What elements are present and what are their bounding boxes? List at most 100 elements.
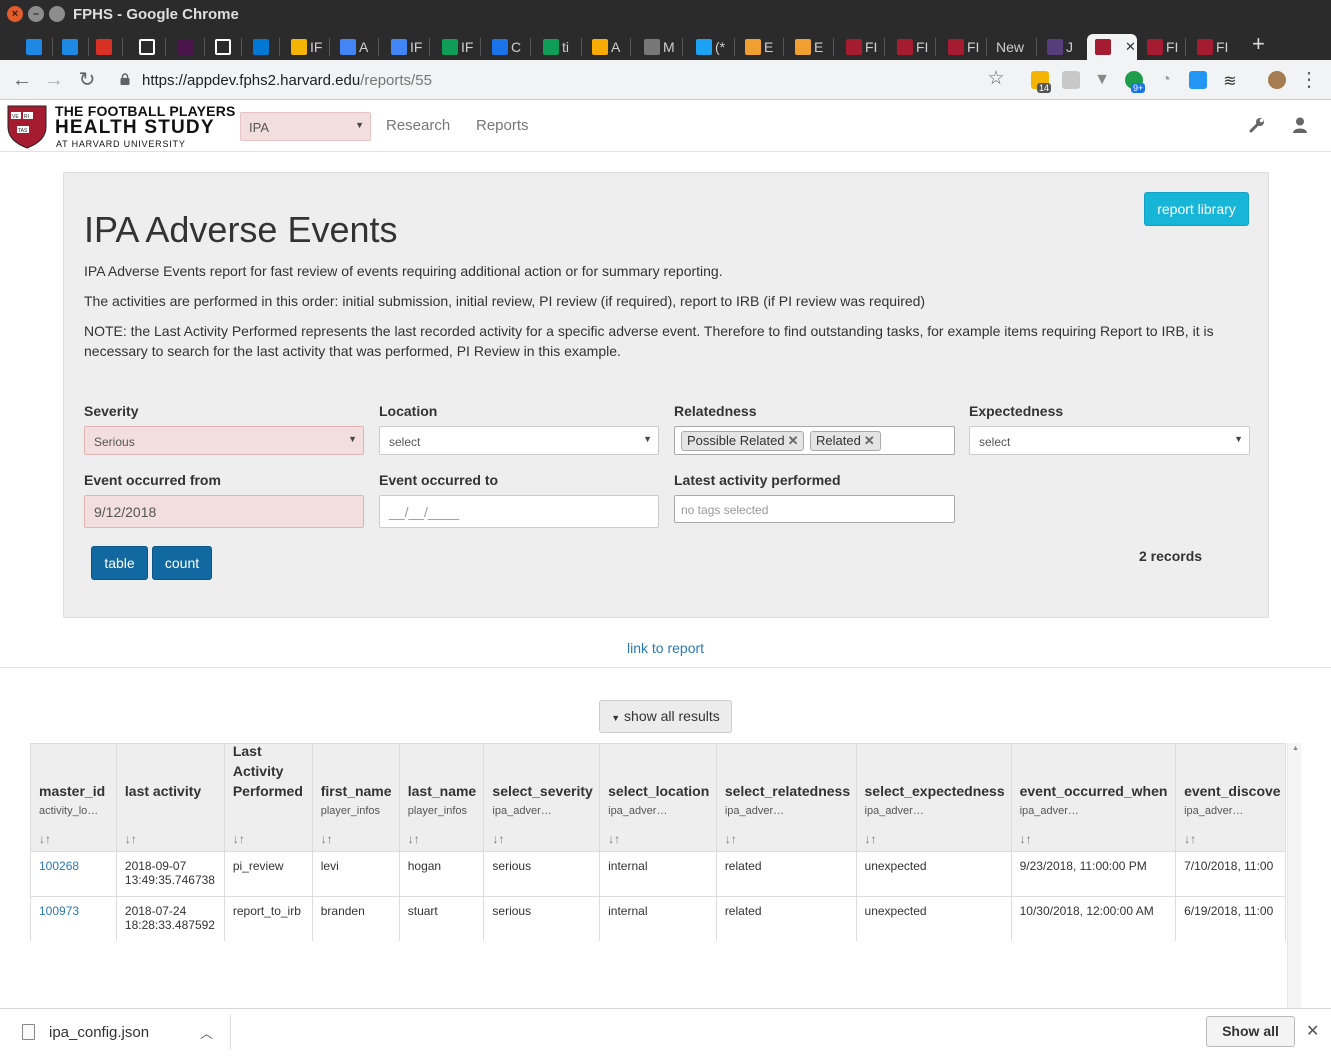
- sort-icon[interactable]: ↓↑: [492, 832, 504, 846]
- nav-link-reports[interactable]: Reports: [476, 117, 529, 134]
- column-header[interactable]: event_occurred_when ipa_adver… ↓↑: [1010, 743, 1177, 852]
- browser-tab[interactable]: [54, 34, 86, 60]
- browser-tab[interactable]: A: [584, 34, 628, 60]
- column-header[interactable]: first_name player_infos ↓↑: [311, 743, 400, 852]
- close-icon[interactable]: ✕: [1306, 1021, 1319, 1041]
- browser-tab[interactable]: (*: [688, 34, 732, 60]
- back-icon[interactable]: ←: [11, 69, 33, 91]
- tag-possible-related[interactable]: Possible Related ✕: [681, 431, 805, 451]
- scroll-up-icon[interactable]: ▲: [1292, 745, 1299, 752]
- extension-layers-icon[interactable]: ≋: [1221, 71, 1239, 90]
- window-minimize-button[interactable]: –: [28, 6, 44, 22]
- browser-tab[interactable]: [18, 34, 50, 60]
- extension-vue-icon[interactable]: ▼: [1093, 71, 1111, 89]
- vertical-scrollbar[interactable]: ▲: [1287, 743, 1301, 1008]
- browser-tab[interactable]: FI: [1139, 34, 1183, 60]
- browser-tab[interactable]: [245, 34, 277, 60]
- expectedness-select[interactable]: select ▼: [969, 426, 1250, 455]
- sort-icon[interactable]: ↓↑: [39, 832, 51, 846]
- column-header[interactable]: last_name player_infos ↓↑: [398, 743, 485, 852]
- browser-tab[interactable]: [131, 34, 163, 60]
- sort-icon[interactable]: ↓↑: [125, 832, 137, 846]
- user-icon[interactable]: [1291, 116, 1309, 134]
- extension-sync-icon[interactable]: ◔: [1157, 71, 1175, 89]
- sort-icon[interactable]: ↓↑: [725, 832, 737, 846]
- master-id-link[interactable]: 100268: [39, 859, 79, 873]
- column-header[interactable]: select_location ipa_adver… ↓↑: [599, 743, 717, 852]
- browser-tab[interactable]: [207, 34, 239, 60]
- severity-select[interactable]: Serious ▼: [84, 426, 364, 455]
- browser-tab[interactable]: M: [636, 34, 680, 60]
- wrench-icon[interactable]: [1248, 116, 1266, 134]
- browser-tab[interactable]: IF: [383, 34, 427, 60]
- latest-activity-select[interactable]: no tags selected: [674, 495, 955, 523]
- browser-tab[interactable]: A: [332, 34, 376, 60]
- sort-icon[interactable]: ↓↑: [608, 832, 620, 846]
- browser-tab[interactable]: FI: [1189, 34, 1233, 60]
- forward-icon[interactable]: →: [43, 69, 65, 91]
- browser-tab[interactable]: ti: [535, 34, 579, 60]
- browser-tab[interactable]: C: [484, 34, 528, 60]
- shield-text-ri: RI: [24, 114, 29, 120]
- sort-icon[interactable]: ↓↑: [1020, 832, 1032, 846]
- browser-tab[interactable]: [170, 34, 202, 60]
- extension-star-icon[interactable]: [1062, 71, 1080, 89]
- harvard-shield-logo[interactable]: VE RI TAS: [7, 105, 47, 149]
- chevron-up-icon[interactable]: ︿: [200, 1023, 213, 1042]
- window-close-button[interactable]: ×: [7, 6, 23, 22]
- remove-tag-icon[interactable]: ✕: [788, 433, 799, 448]
- browser-tab[interactable]: [88, 34, 120, 60]
- column-header[interactable]: master_id activity_lo… ↓↑: [30, 743, 117, 852]
- show-all-downloads-button[interactable]: Show all: [1206, 1016, 1295, 1047]
- remove-tag-icon[interactable]: ✕: [864, 433, 875, 448]
- new-tab-button[interactable]: +: [1252, 32, 1265, 56]
- sort-icon[interactable]: ↓↑: [865, 832, 877, 846]
- relatedness-tag-input[interactable]: Possible Related ✕ Related ✕: [674, 426, 955, 455]
- event-to-input[interactable]: __/__/____: [379, 495, 659, 528]
- browser-tab[interactable]: IF: [434, 34, 478, 60]
- count-button[interactable]: count: [152, 546, 212, 580]
- link-to-report[interactable]: link to report: [627, 640, 704, 656]
- address-bar[interactable]: https://appdev.fphs2.harvard.edu/reports…: [142, 72, 432, 89]
- browser-tab[interactable]: FI: [838, 34, 882, 60]
- reload-icon[interactable]: ↻: [76, 69, 98, 91]
- column-header[interactable]: select_expectedness ipa_adver… ↓↑: [855, 743, 1012, 852]
- close-tab-icon[interactable]: ✕: [1125, 39, 1136, 55]
- sort-icon[interactable]: ↓↑: [408, 832, 420, 846]
- tag-related[interactable]: Related ✕: [810, 431, 881, 451]
- sort-icon[interactable]: ↓↑: [321, 832, 333, 846]
- master-id-link[interactable]: 100973: [39, 904, 79, 918]
- sort-icon[interactable]: ↓↑: [233, 832, 245, 846]
- window-maximize-button[interactable]: [49, 6, 65, 22]
- browser-tab[interactable]: ✕: [1087, 34, 1137, 60]
- extension-bookmark-icon[interactable]: [1189, 71, 1207, 89]
- browser-tab[interactable]: New: [988, 34, 1034, 60]
- bookmark-star-icon[interactable]: ☆: [985, 68, 1007, 90]
- column-header[interactable]: Last Activity Performed ↓↑: [223, 743, 313, 852]
- column-header[interactable]: last activity ↓↑: [115, 743, 225, 852]
- profile-avatar[interactable]: [1268, 71, 1286, 89]
- table-button[interactable]: table: [91, 546, 148, 580]
- file-icon: [22, 1024, 35, 1040]
- column-header[interactable]: event_discove ipa_adver… ↓↑: [1175, 743, 1286, 852]
- nav-link-research[interactable]: Research: [386, 117, 450, 134]
- browser-tab[interactable]: E: [737, 34, 781, 60]
- column-header[interactable]: select_relatedness ipa_adver… ↓↑: [715, 743, 857, 852]
- browser-tab[interactable]: IF: [283, 34, 327, 60]
- show-all-results-button[interactable]: ▼ show all results: [599, 700, 732, 733]
- harvard-icon: [1197, 39, 1213, 55]
- browser-tab[interactable]: J: [1039, 34, 1083, 60]
- download-file-name[interactable]: ipa_config.json: [49, 1024, 149, 1041]
- app-type-select[interactable]: IPA ▼: [240, 112, 371, 141]
- menu-kebab-icon[interactable]: ⋮: [1298, 69, 1320, 91]
- report-library-button[interactable]: report library: [1144, 192, 1249, 226]
- event-from-input[interactable]: 9/12/2018: [84, 495, 364, 528]
- column-header[interactable]: select_severity ipa_adver… ↓↑: [483, 743, 601, 852]
- browser-tab[interactable]: FI: [889, 34, 933, 60]
- location-select[interactable]: select ▼: [379, 426, 659, 455]
- browser-tab[interactable]: E: [787, 34, 831, 60]
- url-path: /reports/55: [360, 72, 432, 89]
- browser-tab[interactable]: FI: [940, 34, 984, 60]
- sort-icon[interactable]: ↓↑: [1184, 832, 1196, 846]
- table-cell: serious: [483, 896, 601, 941]
